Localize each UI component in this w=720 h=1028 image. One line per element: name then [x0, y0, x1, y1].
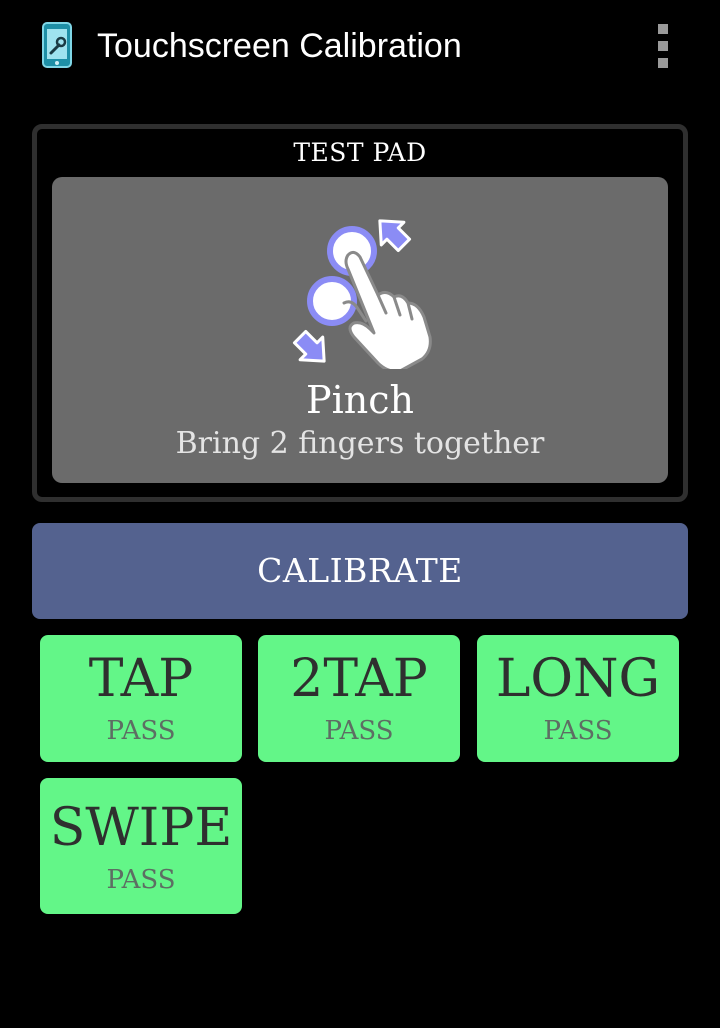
double-tap-result-tile: 2TAP PASS	[258, 635, 460, 762]
app-title: Touchscreen Calibration	[97, 27, 462, 65]
tile-status: PASS	[324, 716, 394, 746]
gesture-name: Pinch	[306, 378, 414, 422]
tile-label: 2TAP	[290, 649, 428, 709]
tile-status: PASS	[106, 865, 176, 895]
test-pad: TEST PAD Pinch Bring 2 fingers together	[32, 124, 688, 502]
gesture-hint: Bring 2 fingers together	[175, 426, 545, 461]
tile-label: TAP	[88, 649, 194, 709]
tap-result-tile: TAP PASS	[40, 635, 242, 762]
tile-status: PASS	[543, 716, 613, 746]
calibrate-button[interactable]: CALIBRATE	[32, 523, 688, 619]
tile-label: SWIPE	[49, 798, 233, 858]
tile-label: LONG	[495, 649, 661, 709]
swipe-result-tile: SWIPE PASS	[40, 778, 242, 914]
tile-status: PASS	[106, 716, 176, 746]
action-bar: Touchscreen Calibration	[0, 0, 720, 92]
test-pad-touch-area[interactable]: Pinch Bring 2 fingers together	[52, 177, 668, 483]
overflow-menu-icon[interactable]	[640, 18, 688, 74]
pinch-gesture-icon	[282, 199, 452, 373]
test-pad-title: TEST PAD	[293, 138, 427, 167]
phone-wrench-icon	[40, 22, 74, 68]
long-press-result-tile: LONG PASS	[477, 635, 679, 762]
